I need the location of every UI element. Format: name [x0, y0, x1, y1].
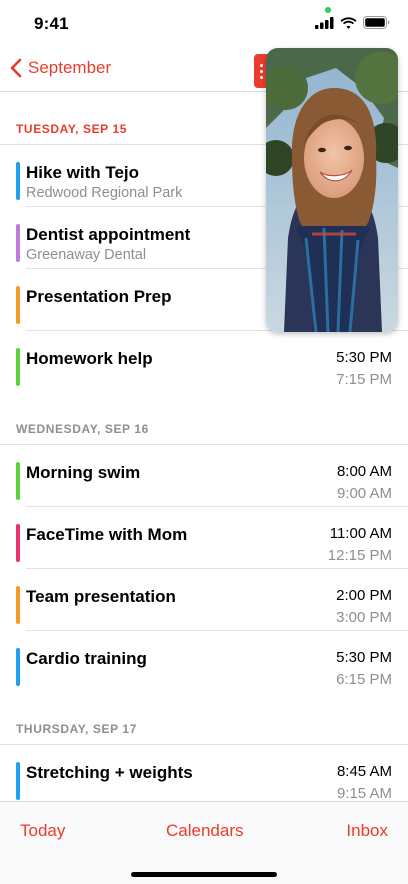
back-button[interactable]: September — [10, 58, 111, 78]
handle-dot — [259, 75, 263, 79]
status-time: 9:41 — [34, 14, 69, 33]
tab-bar: Today Calendars Inbox — [0, 801, 408, 884]
handle-dot — [259, 69, 263, 73]
battery-icon — [363, 16, 390, 29]
facetime-video-image — [266, 48, 398, 332]
event-team-presentation[interactable]: Team presentation 2:00 PM 3:00 PM — [0, 569, 408, 631]
event-end-time: 6:15 PM — [336, 671, 392, 688]
calendar-color-bar — [16, 224, 20, 262]
event-location: Redwood Regional Park — [26, 185, 183, 201]
day-header-sep-17: THURSDAY, SEP 17 — [0, 693, 408, 745]
event-start-time: 11:00 AM — [329, 525, 392, 542]
inbox-button[interactable]: Inbox — [346, 821, 388, 841]
calendar-color-bar — [16, 348, 20, 386]
event-facetime-with-mom[interactable]: FaceTime with Mom 11:00 AM 12:15 PM — [0, 507, 408, 569]
camera-in-use-indicator — [325, 7, 331, 13]
home-indicator[interactable] — [131, 872, 277, 877]
event-stretching-weights[interactable]: Stretching + weights 8:45 AM 9:15 AM — [0, 745, 408, 801]
event-title: Cardio training — [26, 649, 147, 668]
event-location: Greenaway Dental — [26, 247, 147, 263]
event-end-time: 9:15 AM — [336, 785, 392, 801]
event-title: Presentation Prep — [26, 287, 172, 306]
event-end-time: 12:15 PM — [327, 547, 392, 564]
calendar-color-bar — [16, 648, 20, 686]
calendar-color-bar — [16, 524, 20, 562]
event-title: Hike with Tejo — [26, 163, 140, 182]
chevron-left-icon — [10, 58, 22, 78]
event-title: Stretching + weights — [26, 763, 193, 782]
event-title: Homework help — [26, 349, 153, 368]
event-start-time: 8:00 AM — [336, 463, 392, 480]
event-end-time: 7:15 PM — [336, 371, 392, 388]
event-cardio-training[interactable]: Cardio training 5:30 PM 6:15 PM — [0, 631, 408, 693]
wifi-icon — [340, 16, 357, 29]
event-title: Team presentation — [26, 587, 176, 606]
cellular-signal-icon — [315, 16, 334, 29]
facetime-pip-window[interactable] — [266, 48, 398, 332]
event-homework-help[interactable]: Homework help 5:30 PM 7:15 PM — [0, 331, 408, 393]
day-header-sep-16: WEDNESDAY, SEP 16 — [0, 393, 408, 445]
calendar-color-bar — [16, 286, 20, 324]
event-start-time: 2:00 PM — [336, 587, 392, 604]
status-bar: 9:41 — [0, 0, 408, 50]
back-button-label: September — [28, 58, 112, 77]
event-start-time: 8:45 AM — [336, 763, 392, 780]
event-title: FaceTime with Mom — [26, 525, 188, 544]
calendar-color-bar — [16, 762, 20, 800]
today-button[interactable]: Today — [20, 821, 65, 841]
calendar-color-bar — [16, 162, 20, 200]
event-end-time: 9:00 AM — [336, 485, 392, 502]
calendar-color-bar — [16, 586, 20, 624]
event-start-time: 5:30 PM — [336, 649, 392, 666]
calendar-color-bar — [16, 462, 20, 500]
event-title: Dentist appointment — [26, 225, 191, 244]
status-icons — [315, 16, 390, 29]
calendars-button[interactable]: Calendars — [166, 821, 244, 841]
event-end-time: 3:00 PM — [336, 609, 392, 626]
handle-dot — [259, 63, 263, 67]
event-start-time: 5:30 PM — [336, 349, 392, 366]
event-title: Morning swim — [26, 463, 141, 482]
event-morning-swim[interactable]: Morning swim 8:00 AM 9:00 AM — [0, 445, 408, 507]
